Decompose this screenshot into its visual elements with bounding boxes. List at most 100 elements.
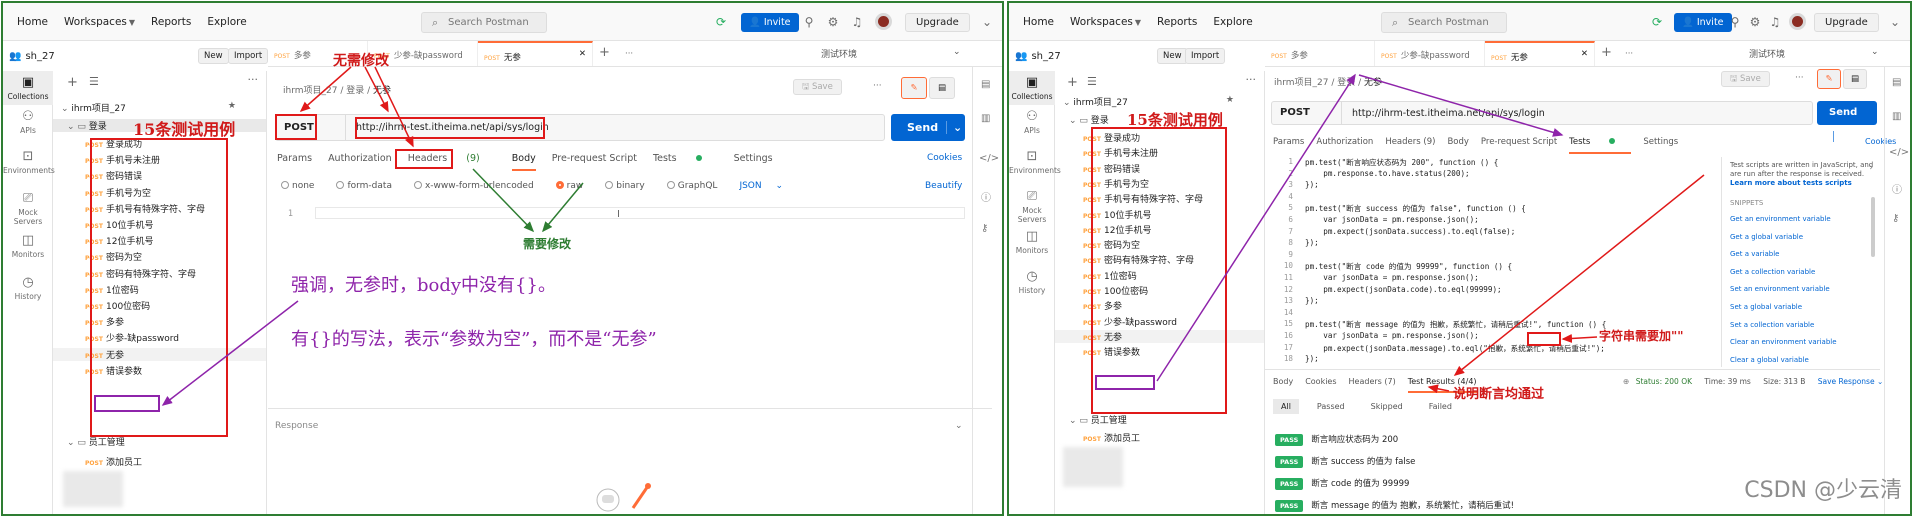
gear-icon[interactable]: ⚙ bbox=[1747, 14, 1763, 30]
plus-icon[interactable]: + bbox=[1067, 75, 1078, 90]
nav-explore[interactable]: Explore bbox=[207, 16, 246, 28]
close-icon[interactable]: ✕ bbox=[1581, 49, 1588, 59]
bulb-icon[interactable]: ⚷ bbox=[1892, 213, 1899, 224]
filter-passed[interactable]: Passed bbox=[1309, 399, 1353, 414]
radio-none[interactable]: none bbox=[281, 181, 325, 191]
nav-workspaces[interactable]: Workspaces ▼ bbox=[1070, 16, 1141, 28]
environment-select[interactable]: 测试环境 bbox=[821, 47, 857, 60]
rail-monitors[interactable]: ◫ Monitors bbox=[3, 233, 53, 259]
more-icon[interactable]: ··· bbox=[1795, 73, 1804, 83]
url-bar[interactable]: POST http://ihrm-test.itheima.net/api/sy… bbox=[1271, 101, 1813, 125]
filter-icon[interactable]: ☰ bbox=[89, 75, 99, 88]
upgrade-button[interactable]: Upgrade bbox=[905, 13, 970, 32]
tab-headers[interactable]: Headers (9) bbox=[1385, 137, 1435, 154]
nav-explore[interactable]: Explore bbox=[1213, 16, 1252, 28]
new-button[interactable]: New bbox=[198, 48, 229, 64]
bell-icon[interactable]: ♫ bbox=[849, 14, 865, 30]
chevron-down-icon[interactable]: ⌄ bbox=[1887, 14, 1903, 30]
tab-request-active[interactable]: POST 无参 ✕ bbox=[1485, 41, 1595, 66]
list-item[interactable]: POST 添加员工 bbox=[53, 455, 266, 468]
rail-monitors[interactable]: ◫ Monitors bbox=[1009, 229, 1055, 255]
edit-icon[interactable]: ✎ bbox=[901, 77, 927, 99]
rail-history[interactable]: ◷ History bbox=[1009, 269, 1055, 295]
snippet-link[interactable]: Set a collection variable bbox=[1730, 321, 1814, 329]
chevron-down-icon[interactable]: ⌄ bbox=[953, 47, 961, 57]
info-icon[interactable]: ⓘ bbox=[1892, 181, 1902, 196]
star-icon[interactable]: ★ bbox=[228, 101, 236, 111]
tab-body[interactable]: Body bbox=[1447, 137, 1468, 154]
bulb-icon[interactable]: ⚷ bbox=[981, 223, 988, 234]
tab-settings[interactable]: Settings bbox=[734, 153, 773, 171]
filter-skipped[interactable]: Skipped bbox=[1363, 399, 1411, 414]
save-response-button[interactable]: Save Response ⌄ bbox=[1818, 377, 1884, 386]
info-icon[interactable]: ⓘ bbox=[981, 189, 991, 204]
new-button[interactable]: New bbox=[1157, 48, 1188, 64]
tab-request[interactable]: POST 少参-缺password bbox=[1375, 41, 1485, 66]
chevron-down-icon[interactable]: ⌄ bbox=[955, 421, 963, 431]
collection-row[interactable]: ⌄ ihrm项目_27 ★ bbox=[1055, 95, 1264, 108]
learn-more-link[interactable]: Learn more about tests scripts bbox=[1730, 179, 1852, 187]
filter-icon[interactable]: ☰ bbox=[1087, 75, 1097, 88]
tab-body[interactable]: Body bbox=[511, 153, 536, 171]
snippet-link[interactable]: Get an environment variable bbox=[1730, 215, 1831, 223]
tab-pre-request-script[interactable]: Pre-request Script bbox=[552, 153, 637, 171]
tabs-more-icon[interactable]: ··· bbox=[619, 41, 649, 66]
send-button[interactable]: Send ⌄ bbox=[891, 114, 965, 141]
import-button[interactable]: Import bbox=[228, 48, 269, 64]
chevron-right-icon[interactable]: › bbox=[1869, 163, 1873, 173]
rail-collections[interactable]: ▣ Collections bbox=[3, 71, 53, 105]
docs-icon[interactable]: ▤ bbox=[981, 79, 990, 90]
rail-environments[interactable]: ⊡ Environments bbox=[3, 149, 55, 175]
radio-urlencoded[interactable]: x-www-form-urlencoded bbox=[413, 181, 545, 191]
snippet-link[interactable]: Set an environment variable bbox=[1730, 285, 1830, 293]
nav-home[interactable]: Home bbox=[17, 16, 48, 28]
invite-button[interactable]: 👤 Invite bbox=[741, 13, 799, 32]
close-icon[interactable]: ✕ bbox=[579, 49, 586, 59]
tab-settings[interactable]: Settings bbox=[1643, 137, 1678, 154]
tab-tests[interactable]: Tests bbox=[653, 153, 718, 171]
url-input[interactable]: http://ihrm-test.itheima.net/api/sys/log… bbox=[1342, 108, 1545, 119]
save-button[interactable]: 🖫 Save bbox=[1721, 71, 1770, 87]
avatar[interactable] bbox=[1789, 13, 1806, 30]
search-input[interactable]: ⌕ Search Postman bbox=[421, 12, 547, 33]
tab-tests[interactable]: Tests bbox=[1569, 137, 1632, 154]
rail-history[interactable]: ◷ History bbox=[3, 275, 53, 301]
tab-params[interactable]: Params bbox=[1273, 137, 1304, 154]
filter-all[interactable]: All bbox=[1273, 399, 1299, 414]
snippet-link[interactable]: Set a global variable bbox=[1730, 303, 1802, 311]
tab-request-active[interactable]: POST 无参 ✕ bbox=[478, 41, 593, 66]
invite-button[interactable]: 👤 Invite bbox=[1674, 13, 1732, 32]
tab-response-body[interactable]: Body bbox=[1273, 377, 1293, 393]
snippet-link[interactable]: Get a global variable bbox=[1730, 233, 1803, 241]
import-button[interactable]: Import bbox=[1185, 48, 1226, 64]
plus-icon[interactable]: + bbox=[67, 75, 78, 90]
radio-form-data[interactable]: form-data bbox=[336, 181, 403, 191]
tab-request[interactable]: POST 多参 bbox=[1265, 41, 1375, 66]
cookies-link[interactable]: Cookies bbox=[927, 153, 962, 163]
tabs-more-icon[interactable]: ··· bbox=[1619, 41, 1649, 66]
rail-apis[interactable]: ⚇ APIs bbox=[1009, 109, 1055, 135]
rail-collections[interactable]: ▣ Collections bbox=[1009, 71, 1055, 105]
folder-row[interactable]: ⌄ ▭ 员工管理 bbox=[1055, 413, 1264, 426]
star-icon[interactable]: ★ bbox=[1226, 95, 1234, 105]
tab-pre-request-script[interactable]: Pre-request Script bbox=[1481, 137, 1557, 154]
body-editor[interactable]: 1 bbox=[275, 207, 965, 407]
edit-icon[interactable]: ✎ bbox=[1817, 69, 1841, 89]
tab-response-cookies[interactable]: Cookies bbox=[1305, 377, 1336, 393]
code-icon[interactable]: </> bbox=[1889, 147, 1909, 158]
list-item[interactable]: POST 添加员工 bbox=[1055, 431, 1264, 444]
comment-icon[interactable]: ▤ bbox=[929, 77, 955, 99]
search-input[interactable]: ⌕ Search Postman bbox=[1381, 12, 1507, 33]
method-select[interactable]: POST bbox=[1272, 102, 1342, 124]
bell-icon[interactable]: ♫ bbox=[1767, 14, 1783, 30]
sync-icon[interactable]: ⟳ bbox=[1649, 14, 1665, 30]
snippet-link[interactable]: Clear a global variable bbox=[1730, 356, 1809, 364]
rail-apis[interactable]: ⚇ APIs bbox=[3, 109, 53, 135]
nav-reports[interactable]: Reports bbox=[151, 16, 191, 28]
gear-icon[interactable]: ⚙ bbox=[825, 14, 841, 30]
radio-graphql[interactable]: GraphQL bbox=[666, 181, 729, 191]
tab-authorization[interactable]: Authorization bbox=[1316, 137, 1373, 154]
rail-mock-servers[interactable]: ⎚ Mock Servers bbox=[1009, 189, 1055, 224]
snippet-link[interactable]: Clear an environment variable bbox=[1730, 338, 1837, 346]
send-button[interactable]: Send ⌄ bbox=[1817, 101, 1877, 142]
